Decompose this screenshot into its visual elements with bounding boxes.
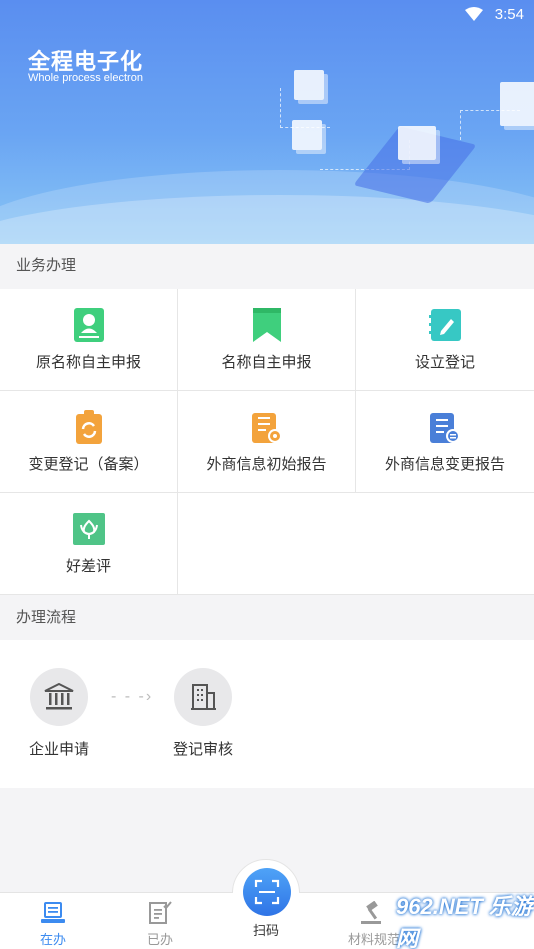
service-label: 原名称自主申报 <box>35 354 141 371</box>
clipboard-report-icon <box>249 409 285 445</box>
wifi-icon <box>464 7 483 21</box>
hero-banner: 3:54 全程电子化 Whole process electron <box>0 0 534 244</box>
service-label: 设立登记 <box>414 354 475 371</box>
service-label: 名称自主申报 <box>221 354 312 371</box>
status-bar: 3:54 <box>464 4 524 24</box>
service-name-report[interactable]: 名称自主申报 <box>178 289 356 391</box>
bookmark-icon <box>249 307 285 343</box>
cube-graphic <box>294 70 324 100</box>
process-panel: 企业申请 登记审核 <box>0 640 534 788</box>
status-time: 3:54 <box>494 5 524 23</box>
process-arrow-icon: - - -› <box>111 688 154 705</box>
banner-subtitle: Whole process electron <box>28 72 143 84</box>
services-grid: 原名称自主申报 名称自主申报 设立登记 变更登记（备案） 外商信息初始报告 外商… <box>0 289 534 595</box>
cube-graphic <box>500 82 534 126</box>
service-rating[interactable]: 好差评 <box>0 493 178 595</box>
id-card-icon <box>71 307 107 343</box>
process-section-title: 办理流程 <box>0 596 534 640</box>
tab-label: 已办 <box>146 932 173 947</box>
cube-graphic <box>398 126 436 160</box>
gavel-icon <box>359 901 389 925</box>
process-step-label: 企业申请 <box>28 741 89 758</box>
services-section-title: 业务办理 <box>0 244 534 288</box>
service-change-registration[interactable]: 变更登记（备案） <box>0 391 178 493</box>
service-label: 外商信息初始报告 <box>206 456 327 473</box>
scan-button[interactable] <box>243 868 291 916</box>
notebook-edit-icon <box>427 307 463 343</box>
empty-cell <box>178 493 534 595</box>
process-step-apply: 企业申请 <box>14 668 104 759</box>
service-foreign-initial-report[interactable]: 外商信息初始报告 <box>178 391 356 493</box>
document-stack-icon <box>40 901 66 925</box>
watermark-logo: 962.NET 乐游网 <box>396 894 533 949</box>
service-label: 变更登记（备案） <box>28 456 149 473</box>
clipboard-exchange-icon <box>427 409 463 445</box>
tab-completed[interactable]: 已办 <box>120 901 200 948</box>
service-establish-registration[interactable]: 设立登记 <box>356 289 534 391</box>
tab-in-progress[interactable]: 在办 <box>13 901 93 948</box>
scan-icon <box>254 879 280 905</box>
bank-building-icon <box>30 668 88 726</box>
service-label: 好差评 <box>65 558 111 575</box>
flower-rating-icon <box>71 511 107 547</box>
cube-graphic <box>292 120 322 150</box>
document-check-icon <box>148 901 172 925</box>
service-label: 外商信息变更报告 <box>384 456 505 473</box>
process-step-label: 登记审核 <box>172 741 233 758</box>
process-step-review: 登记审核 <box>158 668 248 759</box>
service-original-name-report[interactable]: 原名称自主申报 <box>0 289 178 391</box>
office-building-icon <box>174 668 232 726</box>
scan-label: 扫码 <box>252 923 279 938</box>
tab-label: 材料规范 <box>347 932 400 947</box>
clipboard-refresh-icon <box>71 409 107 445</box>
service-foreign-change-report[interactable]: 外商信息变更报告 <box>356 391 534 493</box>
tab-label: 在办 <box>39 932 66 947</box>
